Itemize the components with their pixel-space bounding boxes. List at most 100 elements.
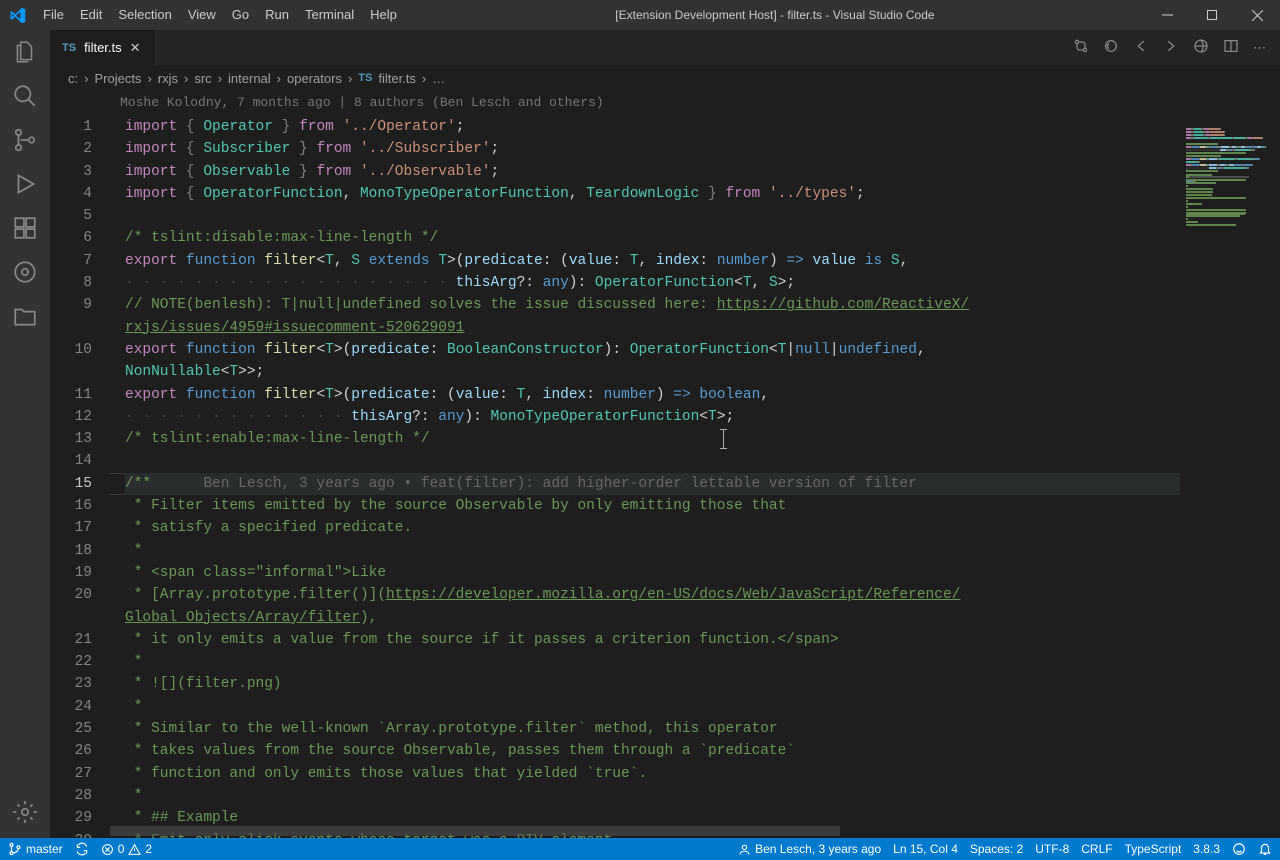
source-control-icon[interactable] [11,126,39,154]
code-line[interactable]: * function and only emits those values t… [125,763,1180,785]
maximize-button[interactable] [1190,0,1235,30]
breadcrumbs[interactable]: c:›Projects›rxjs›src›internal›operators›… [50,65,1280,91]
menu-go[interactable]: Go [224,0,257,30]
code-line[interactable]: import { OperatorFunction, MonoTypeOpera… [125,183,1180,205]
debug-icon[interactable] [11,170,39,198]
code-line[interactable] [125,450,1180,472]
minimap[interactable] [1186,116,1266,838]
code-line[interactable]: · · · · · · · · · · · · · thisArg?: any)… [125,406,1180,428]
code-line[interactable]: * Similar to the well-known `Array.proto… [125,718,1180,740]
close-window-button[interactable] [1235,0,1280,30]
code-editor[interactable]: 1234567891011121314151617181920212223242… [50,116,1280,838]
language-mode-status[interactable]: TypeScript [1125,842,1182,856]
ts-version-status[interactable]: 3.8.3 [1193,842,1220,856]
minimize-button[interactable] [1145,0,1190,30]
feedback-icon[interactable] [1232,842,1246,856]
window-controls [1145,0,1280,30]
vscode-logo-icon [0,7,35,24]
tab-row: TS filter.ts ✕ ⋯ [0,30,1280,65]
code-line[interactable]: * [125,785,1180,807]
status-bar: master 0 2 Ben Lesch, 3 years ago Ln 15,… [0,838,1280,860]
compare-changes-icon[interactable] [1073,38,1089,57]
prev-change-icon[interactable] [1133,38,1149,57]
breadcrumb-segment[interactable]: Projects [94,71,141,86]
line-number-gutter: 1234567891011121314151617181920212223242… [50,116,110,838]
breadcrumb-segment[interactable]: src [194,71,211,86]
breadcrumb-segment[interactable]: c: [68,71,78,86]
code-line[interactable]: * [Array.prototype.filter()](https://dev… [125,584,1180,606]
activity-bar [0,30,50,838]
sync-status[interactable] [75,842,89,856]
breadcrumb-segment[interactable]: operators [287,71,342,86]
menu-edit[interactable]: Edit [72,0,110,30]
code-line[interactable]: export function filter<T>(predicate: Boo… [125,339,1180,361]
code-line[interactable]: * satisfy a specified predicate. [125,517,1180,539]
code-line[interactable]: * [125,696,1180,718]
menu-terminal[interactable]: Terminal [297,0,362,30]
split-editor-icon[interactable] [1223,38,1239,57]
code-line[interactable] [125,205,1180,227]
breadcrumb-segment[interactable]: rxjs [158,71,178,86]
text-cursor [723,429,724,449]
notifications-icon[interactable] [1258,842,1272,856]
code-line[interactable]: * <span class="informal">Like [125,562,1180,584]
files-icon[interactable] [11,302,39,330]
code-line[interactable]: import { Operator } from '../Operator'; [125,116,1180,138]
menu-file[interactable]: File [35,0,72,30]
indentation-status[interactable]: Spaces: 2 [970,842,1023,856]
code-line[interactable]: import { Observable } from '../Observabl… [125,161,1180,183]
window-title: [Extension Development Host] - filter.ts… [405,8,1145,22]
horizontal-scrollbar[interactable] [110,826,1184,836]
close-tab-icon[interactable]: ✕ [130,40,141,56]
cursor-position-status[interactable]: Ln 15, Col 4 [893,842,958,856]
show-source-icon[interactable] [1193,38,1209,57]
next-change-icon[interactable] [1163,38,1179,57]
scrollbar-thumb[interactable] [110,826,840,836]
breadcrumb-segment[interactable]: internal [228,71,271,86]
revision-nav-icon[interactable] [1103,38,1119,57]
eol-status[interactable]: CRLF [1081,842,1112,856]
code-line[interactable]: /** Ben Lesch, 3 years ago • feat(filter… [125,473,1180,495]
editor-actions: ⋯ [1073,30,1280,65]
code-line[interactable]: rxjs/issues/4959#issuecomment-520629091 [125,317,1180,339]
code-content[interactable]: import { Operator } from '../Operator';i… [125,116,1180,838]
code-line[interactable]: export function filter<T>(predicate: (va… [125,384,1180,406]
blame-header: Moshe Kolodny, 7 months ago | 8 authors … [120,95,604,110]
settings-gear-icon[interactable] [11,798,39,826]
code-line[interactable]: * [125,651,1180,673]
code-line[interactable]: import { Subscriber } from '../Subscribe… [125,138,1180,160]
code-line[interactable]: /* tslint:disable:max-line-length */ [125,227,1180,249]
blame-status[interactable]: Ben Lesch, 3 years ago [738,842,881,856]
menu-bar: FileEditSelectionViewGoRunTerminalHelp [35,0,405,30]
search-icon[interactable] [11,82,39,110]
code-line[interactable]: export function filter<T, S extends T>(p… [125,250,1180,272]
tab-filter-ts[interactable]: TS filter.ts ✕ [50,30,154,65]
code-line[interactable]: Global_Objects/Array/filter), [125,607,1180,629]
breadcrumb-tail[interactable]: … [432,71,445,86]
code-line[interactable]: // NOTE(benlesh): T|null|undefined solve… [125,294,1180,316]
code-line[interactable]: * takes values from the source Observabl… [125,740,1180,762]
more-actions-icon[interactable]: ⋯ [1253,40,1268,56]
code-line[interactable]: * Filter items emitted by the source Obs… [125,495,1180,517]
code-line[interactable]: · · · · · · · · · · · · · · · · · · · th… [125,272,1180,294]
code-line[interactable]: /* tslint:enable:max-line-length */ [125,428,1180,450]
menu-selection[interactable]: Selection [110,0,179,30]
problems-status[interactable]: 0 2 [101,842,152,856]
code-line[interactable]: * [125,540,1180,562]
code-line[interactable]: * it only emits a value from the source … [125,629,1180,651]
menu-help[interactable]: Help [362,0,405,30]
explorer-icon[interactable] [11,38,39,66]
code-line[interactable]: * ![](filter.png) [125,673,1180,695]
typescript-file-icon: TS [62,42,76,54]
menu-view[interactable]: View [180,0,224,30]
code-line[interactable]: NonNullable<T>>; [125,361,1180,383]
typescript-file-icon: TS [358,72,372,84]
branch-status[interactable]: master [8,842,63,856]
test-icon[interactable] [11,258,39,286]
menu-run[interactable]: Run [257,0,297,30]
titlebar: FileEditSelectionViewGoRunTerminalHelp [… [0,0,1280,30]
extensions-icon[interactable] [11,214,39,242]
encoding-status[interactable]: UTF-8 [1035,842,1069,856]
breadcrumb-file[interactable]: filter.ts [378,71,416,86]
tab-label: filter.ts [84,40,122,55]
